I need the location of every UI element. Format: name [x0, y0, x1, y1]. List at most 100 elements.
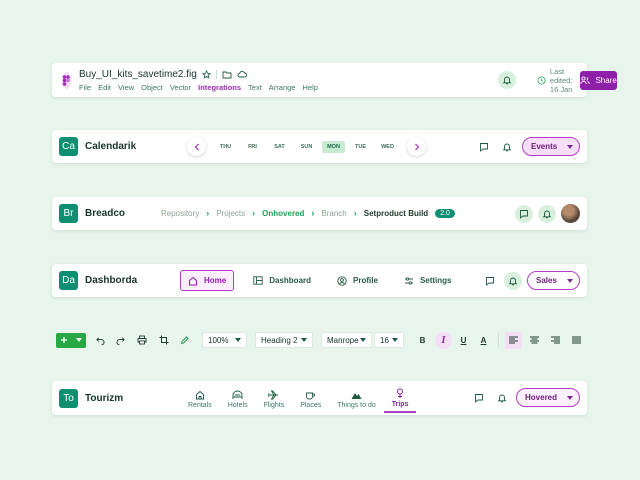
tab-things-to-do[interactable]: Things to do: [329, 385, 384, 413]
menu-view[interactable]: View: [118, 83, 134, 92]
chat-button[interactable]: [470, 389, 488, 407]
day-tue[interactable]: TUE: [347, 141, 375, 153]
tab-dashboard-label: Dashboard: [269, 276, 312, 285]
tab-profile[interactable]: Profile: [330, 270, 385, 291]
chevron-left-icon: [194, 143, 200, 151]
notifications-button[interactable]: [498, 138, 516, 156]
crumb-current[interactable]: Setproduct Build: [364, 209, 428, 218]
crumb-branch[interactable]: Branch: [321, 209, 346, 218]
menu-arrange[interactable]: Arrange: [269, 83, 296, 92]
nav-tabs: Rentals Hotels Flights Places Things to …: [180, 385, 417, 413]
align-center-icon: [530, 336, 539, 344]
redo-icon: [116, 336, 125, 345]
align-center-button[interactable]: [526, 332, 543, 349]
caret-down-icon: [566, 278, 573, 283]
tab-dashboard[interactable]: Dashboard: [246, 270, 318, 291]
cloud-icon[interactable]: [237, 70, 247, 78]
tab-places[interactable]: Places: [292, 385, 329, 413]
bold-button[interactable]: B: [414, 332, 431, 349]
heading-select[interactable]: Heading 2: [255, 332, 313, 348]
notifications-button[interactable]: [538, 204, 556, 223]
italic-icon: I: [441, 334, 446, 346]
menu-integrations[interactable]: Integrations: [198, 83, 241, 92]
align-right-button[interactable]: [547, 332, 564, 349]
size-select[interactable]: 16: [374, 332, 404, 348]
text-color-icon: A: [480, 335, 487, 345]
tab-hotels[interactable]: Hotels: [220, 385, 256, 413]
hovered-dropdown[interactable]: Hovered: [516, 388, 580, 407]
version-badge: 2.0: [435, 208, 455, 218]
eyedropper-button[interactable]: [177, 332, 193, 348]
zoom-select[interactable]: 100%: [202, 332, 247, 348]
menu-bar: File Edit View Object Vector Integration…: [79, 83, 318, 92]
day-sat[interactable]: SAT: [266, 141, 294, 153]
add-button[interactable]: [56, 332, 86, 348]
chevron-right-icon: [414, 143, 420, 151]
text-color-button[interactable]: A: [475, 332, 492, 349]
bell-icon: [542, 209, 552, 219]
tourizm-logo[interactable]: To: [59, 388, 78, 408]
figma-logo-icon[interactable]: [62, 71, 71, 89]
breadcrumb: Repository › Projects › Onhovered › Bran…: [161, 208, 455, 218]
tab-rentals[interactable]: Rentals: [180, 385, 220, 413]
menu-object[interactable]: Object: [141, 83, 163, 92]
notifications-button[interactable]: [493, 389, 511, 407]
tab-things-label: Things to do: [337, 401, 376, 409]
tab-home[interactable]: Home: [180, 270, 235, 291]
avatar[interactable]: [561, 204, 580, 223]
crop-icon: [159, 335, 169, 345]
print-button[interactable]: [134, 332, 150, 348]
star-icon[interactable]: [201, 69, 211, 79]
chat-button[interactable]: [481, 272, 499, 290]
calendarik-header: Ca Calendarik THU FRI SAT SUN MON TUE WE…: [52, 130, 587, 163]
align-justify-button[interactable]: [568, 332, 585, 349]
file-name[interactable]: Buy_UI_kits_savetime2.fig: [79, 69, 197, 80]
events-dropdown[interactable]: Events: [522, 137, 580, 156]
sales-dropdown[interactable]: Sales: [527, 271, 580, 290]
italic-button[interactable]: I: [435, 331, 452, 349]
app-title: Tourizm: [85, 392, 124, 404]
chat-button[interactable]: [515, 204, 533, 223]
font-select[interactable]: Manrope: [321, 332, 372, 348]
align-left-button[interactable]: [505, 331, 522, 349]
crumb-onhovered[interactable]: Onhovered: [262, 209, 304, 218]
chevron-right-icon: ›: [353, 208, 357, 218]
menu-file[interactable]: File: [79, 83, 91, 92]
chat-button[interactable]: [475, 138, 493, 156]
crop-button[interactable]: [156, 332, 172, 348]
tab-settings[interactable]: Settings: [397, 270, 459, 291]
last-edited: Last edited: 16 Jan: [537, 67, 572, 94]
tab-flights[interactable]: Flights: [256, 385, 293, 413]
tab-settings-label: Settings: [419, 276, 452, 285]
breadco-logo[interactable]: Br: [59, 204, 78, 223]
day-sun[interactable]: SUN: [293, 141, 321, 153]
tab-trips[interactable]: Trips: [383, 385, 417, 413]
tourizm-header: To Tourizm Rentals Hotels Flights Places…: [52, 381, 587, 415]
crumb-repository[interactable]: Repository: [161, 209, 199, 218]
folder-icon[interactable]: [222, 70, 232, 79]
share-button[interactable]: Share: [580, 70, 617, 90]
notifications-button[interactable]: [504, 271, 522, 290]
undo-button[interactable]: [92, 332, 108, 348]
dashborda-logo[interactable]: Da: [59, 271, 78, 290]
calendarik-logo[interactable]: Ca: [59, 137, 78, 156]
day-wed[interactable]: WED: [374, 141, 402, 153]
underline-button[interactable]: U: [455, 332, 472, 349]
day-mon[interactable]: MON: [322, 140, 345, 153]
menu-vector[interactable]: Vector: [170, 83, 191, 92]
day-fri[interactable]: FRI: [239, 141, 267, 153]
menu-edit[interactable]: Edit: [98, 83, 111, 92]
notifications-button[interactable]: [497, 71, 516, 89]
separator: [215, 69, 217, 79]
menu-help[interactable]: Help: [302, 83, 317, 92]
crumb-projects[interactable]: Projects: [216, 209, 245, 218]
redo-button[interactable]: [112, 332, 128, 348]
menu-text[interactable]: Text: [248, 83, 262, 92]
prev-button[interactable]: [187, 137, 206, 156]
sliders-icon: [404, 276, 414, 286]
next-button[interactable]: [407, 137, 426, 156]
cup-icon: [305, 390, 316, 400]
align-right-icon: [551, 336, 560, 344]
chat-icon: [485, 276, 495, 286]
day-thu[interactable]: THU: [212, 141, 240, 153]
